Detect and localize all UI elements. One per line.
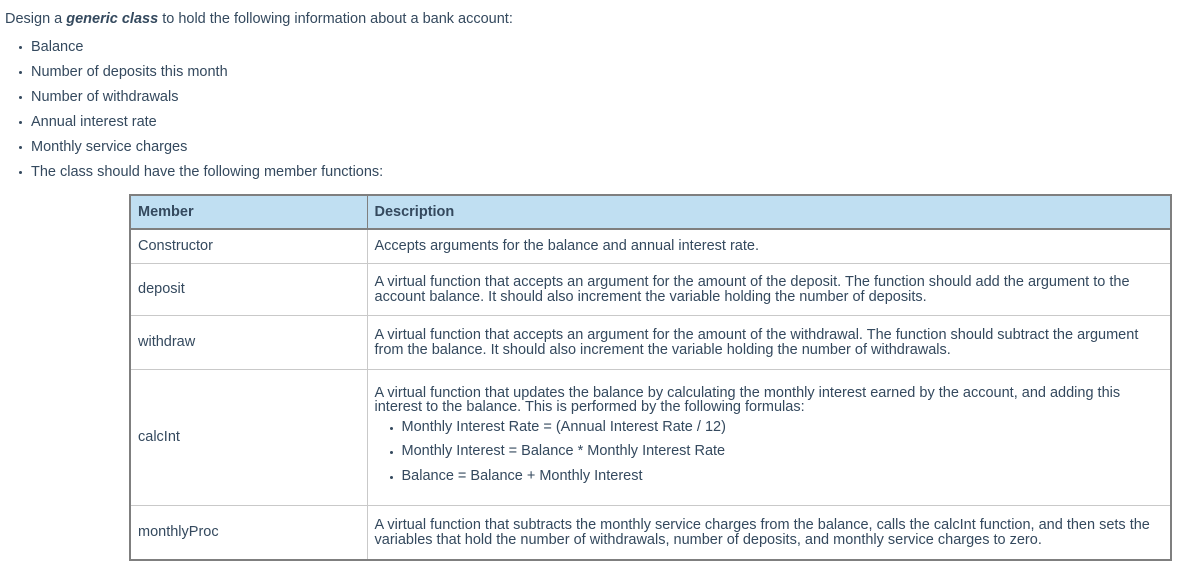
description-text: A virtual function that updates the bala… <box>374 384 1121 416</box>
cell-member-name: withdraw <box>129 315 368 370</box>
requirement-label: Balance <box>31 39 84 56</box>
column-header-member: Member <box>129 194 368 230</box>
description-text: A virtual function that subtracts the mo… <box>374 517 1150 548</box>
cell-description: A virtual function that updates the bala… <box>366 369 1172 506</box>
column-header-description: Description <box>366 194 1172 230</box>
description-text: A virtual function that accepts an argum… <box>374 274 1130 305</box>
table-row: withdraw A virtual function that accepts… <box>129 315 1172 370</box>
intro-text-after: to hold the following information about … <box>158 11 513 27</box>
requirement-label: Monthly service charges <box>31 139 188 156</box>
list-item: Monthly Interest = Balance * Monthly Int… <box>375 440 1164 463</box>
formula-text: Monthly Interest Rate = (Annual Interest… <box>401 418 726 435</box>
cell-member-name: Constructor <box>129 228 368 264</box>
intro-emphasis: generic class <box>66 11 159 27</box>
description-text: Accepts arguments for the balance and an… <box>374 238 759 255</box>
list-item: Monthly Interest Rate = (Annual Interest… <box>375 416 1164 439</box>
cell-description: A virtual function that accepts an argum… <box>366 315 1172 370</box>
cell-description: Accepts arguments for the balance and an… <box>366 228 1172 264</box>
member-functions-table-wrapper: Member Description Constructor Accepts a… <box>129 194 1172 561</box>
table-header: Member Description <box>129 194 1172 230</box>
cell-description: A virtual function that subtracts the mo… <box>366 505 1172 561</box>
list-item: Number of withdrawals <box>0 90 1198 105</box>
formula-text: Monthly Interest = Balance * Monthly Int… <box>401 443 726 460</box>
cell-description: A virtual function that accepts an argum… <box>366 263 1172 316</box>
member-functions-table: Member Description Constructor Accepts a… <box>129 194 1172 561</box>
intro-text-before: Design a <box>5 11 67 27</box>
description-text: A virtual function that accepts an argum… <box>374 327 1139 358</box>
table-header-row: Member Description <box>129 194 1172 230</box>
table-row: Constructor Accepts arguments for the ba… <box>129 228 1172 264</box>
requirement-label: Annual interest rate <box>31 114 157 131</box>
table-row: monthlyProc A virtual function that subt… <box>129 505 1172 561</box>
list-item: The class should have the following memb… <box>0 165 1198 180</box>
table-row: deposit A virtual function that accepts … <box>129 263 1172 316</box>
list-item: Balance = Balance + Monthly Interest <box>375 465 1164 488</box>
list-item: Balance <box>0 40 1198 55</box>
formula-text: Balance = Balance + Monthly Interest <box>401 467 643 484</box>
list-item: Monthly service charges <box>0 140 1198 155</box>
list-item: Number of deposits this month <box>0 65 1198 80</box>
requirement-label: Number of deposits this month <box>31 64 228 81</box>
formula-list: Monthly Interest Rate = (Annual Interest… <box>375 416 1164 488</box>
cell-member-name: monthlyProc <box>129 505 368 561</box>
intro-prompt: Design a generic class to hold the follo… <box>0 0 1198 30</box>
exercise-page: Design a generic class to hold the follo… <box>0 0 1198 575</box>
cell-member-name: calcInt <box>129 369 368 506</box>
requirement-label: Number of withdrawals <box>31 89 179 106</box>
requirement-label: The class should have the following memb… <box>31 164 384 181</box>
list-item: Annual interest rate <box>0 115 1198 130</box>
table-body: Constructor Accepts arguments for the ba… <box>129 228 1172 561</box>
table-row: calcInt A virtual function that updates … <box>129 369 1172 506</box>
cell-member-name: deposit <box>129 263 368 316</box>
requirements-list: Balance Number of deposits this month Nu… <box>0 40 1198 180</box>
